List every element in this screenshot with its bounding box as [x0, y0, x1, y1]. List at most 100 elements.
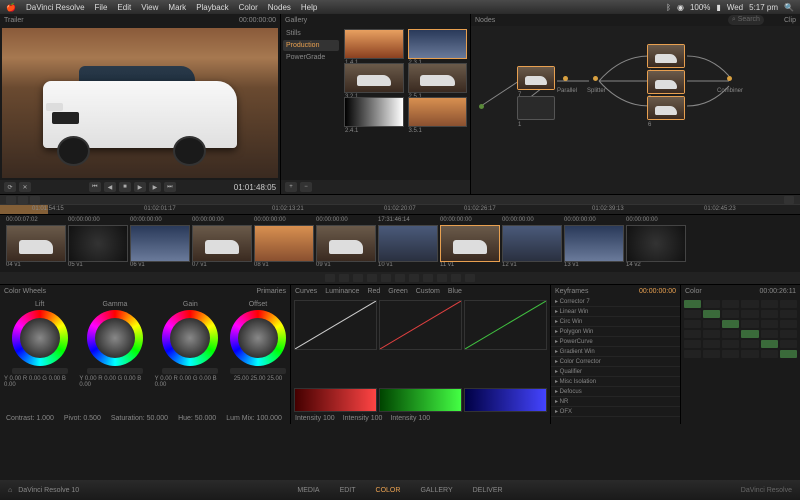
tool-icon[interactable]: [353, 274, 363, 282]
keyframe-row[interactable]: ▸ Polygon Win: [551, 327, 680, 337]
color-swatch[interactable]: [761, 350, 778, 358]
color-swatch[interactable]: [684, 340, 701, 348]
clip-thumb[interactable]: 00:00:00:0014 v2: [626, 217, 686, 270]
clip-thumb[interactable]: 00:00:00:0006 v1: [130, 217, 190, 270]
color-wheel-offset[interactable]: Offset25.00 25.00 25.00: [230, 301, 286, 408]
curves-tab[interactable]: Luminance: [325, 288, 359, 295]
menu-color[interactable]: Color: [239, 3, 258, 12]
app-name[interactable]: DaVinci Resolve: [26, 3, 85, 12]
gallery-thumb[interactable]: 2.3.1: [408, 29, 468, 59]
color-wheel-lift[interactable]: LiftY 0.00 R 0.00 G 0.00 B 0.00: [4, 301, 75, 408]
color-wheel-gamma[interactable]: GammaY 0.00 R 0.00 G 0.00 B 0.00: [79, 301, 150, 408]
timeline-ruler[interactable]: 01:01:54:15 01:02:01:17 01:02:13:21 01:0…: [0, 204, 800, 214]
gallery-thumb[interactable]: 2.4.1: [344, 97, 404, 127]
tool-icon[interactable]: [451, 274, 461, 282]
curves-intensity[interactable]: Intensity 100: [295, 415, 335, 422]
curve-red[interactable]: [379, 300, 462, 350]
tool-icon[interactable]: [437, 274, 447, 282]
project-name[interactable]: DaVinci Resolve 10: [18, 487, 79, 494]
timeline-icon[interactable]: [6, 196, 16, 204]
gallery-thumb[interactable]: 3.5.1: [408, 97, 468, 127]
node-splitter-dot[interactable]: [593, 76, 598, 81]
tool-icon[interactable]: [465, 274, 475, 282]
color-swatch[interactable]: [722, 310, 739, 318]
color-swatch[interactable]: [741, 350, 758, 358]
color-swatch[interactable]: [703, 350, 720, 358]
curve-mini[interactable]: [379, 388, 462, 412]
bluetooth-icon[interactable]: ᛒ: [666, 3, 671, 12]
color-swatch[interactable]: [780, 350, 797, 358]
clip-thumb[interactable]: 00:00:00:0008 v1: [254, 217, 314, 270]
keyframe-row[interactable]: ▸ Circ Win: [551, 317, 680, 327]
color-swatch[interactable]: [780, 310, 797, 318]
keyframe-row[interactable]: ▸ Corrector 7: [551, 297, 680, 307]
color-swatch[interactable]: [703, 300, 720, 308]
timeline-icon[interactable]: [30, 196, 40, 204]
node-corrector[interactable]: 4: [647, 44, 685, 68]
node-source[interactable]: 1: [517, 96, 555, 120]
tool-icon[interactable]: [325, 274, 335, 282]
page-tab-edit[interactable]: EDIT: [332, 485, 364, 496]
clip-thumb[interactable]: 00:00:00:0011 v1: [440, 217, 500, 270]
color-swatch[interactable]: [741, 310, 758, 318]
menu-edit[interactable]: Edit: [117, 3, 131, 12]
nodes-canvas[interactable]: 1 7 Parallel Splitter 4 5 6 Combiner: [471, 26, 800, 194]
color-swatch[interactable]: [741, 330, 758, 338]
color-swatch[interactable]: [722, 320, 739, 328]
color-swatch[interactable]: [780, 340, 797, 348]
node-input-dot[interactable]: [479, 104, 484, 109]
curves-tab[interactable]: Green: [388, 288, 407, 295]
param-pivot[interactable]: Pivot: 0.500: [64, 415, 101, 422]
color-swatch[interactable]: [722, 300, 739, 308]
gallery-remove-icon[interactable]: −: [300, 182, 312, 192]
clip-thumb[interactable]: 00:00:00:0012 v1: [502, 217, 562, 270]
tool-icon[interactable]: [381, 274, 391, 282]
keyframe-row[interactable]: ▸ Defocus: [551, 387, 680, 397]
clip-thumb[interactable]: 17:31:46:1410 v1: [378, 217, 438, 270]
page-tab-color[interactable]: COLOR: [368, 485, 409, 496]
mute-icon[interactable]: ✕: [19, 182, 31, 192]
color-swatch[interactable]: [761, 310, 778, 318]
prev-clip-icon[interactable]: ⏮: [89, 182, 101, 192]
color-swatch[interactable]: [722, 330, 739, 338]
curves-tab[interactable]: Blue: [448, 288, 462, 295]
menu-playback[interactable]: Playback: [196, 3, 228, 12]
color-wheel-gain[interactable]: GainY 0.00 R 0.00 G 0.00 B 0.00: [155, 301, 226, 408]
curves-tab[interactable]: Custom: [416, 288, 440, 295]
node-corrector[interactable]: 7: [517, 66, 555, 90]
tool-icon[interactable]: [339, 274, 349, 282]
spotlight-icon[interactable]: 🔍: [784, 3, 794, 12]
node-combiner-dot[interactable]: [727, 76, 732, 81]
wheels-primaries-tab[interactable]: Primaries: [256, 288, 286, 295]
color-swatch[interactable]: [722, 350, 739, 358]
curve-mini[interactable]: [294, 388, 377, 412]
node-parallel-dot[interactable]: [563, 76, 568, 81]
color-swatch[interactable]: [741, 340, 758, 348]
color-swatch[interactable]: [780, 300, 797, 308]
menu-help[interactable]: Help: [301, 3, 317, 12]
node-corrector[interactable]: 6: [647, 96, 685, 120]
clip-thumb[interactable]: 00:00:00:0009 v1: [316, 217, 376, 270]
stop-icon[interactable]: ■: [119, 182, 131, 192]
tool-icon[interactable]: [367, 274, 377, 282]
param-hue[interactable]: Hue: 50.000: [178, 415, 216, 422]
keyframe-row[interactable]: ▸ Linear Win: [551, 307, 680, 317]
tool-icon[interactable]: [409, 274, 419, 282]
color-swatch[interactable]: [684, 330, 701, 338]
color-swatch[interactable]: [703, 330, 720, 338]
color-swatch[interactable]: [761, 340, 778, 348]
color-swatch[interactable]: [684, 300, 701, 308]
keyframe-row[interactable]: ▸ NR: [551, 397, 680, 407]
curve-green[interactable]: [464, 300, 547, 350]
color-swatch[interactable]: [780, 330, 797, 338]
menu-nodes[interactable]: Nodes: [268, 3, 291, 12]
page-tab-media[interactable]: MEDIA: [289, 485, 327, 496]
color-swatch[interactable]: [684, 320, 701, 328]
color-swatch[interactable]: [703, 320, 720, 328]
nodes-clip-label[interactable]: Clip: [784, 17, 796, 24]
thumbnail-timeline[interactable]: 00:00:07:0204 v100:00:00:0005 v100:00:00…: [0, 214, 800, 272]
menu-view[interactable]: View: [141, 3, 158, 12]
color-swatch[interactable]: [703, 340, 720, 348]
color-swatch[interactable]: [741, 300, 758, 308]
keyframe-row[interactable]: ▸ PowerCurve: [551, 337, 680, 347]
